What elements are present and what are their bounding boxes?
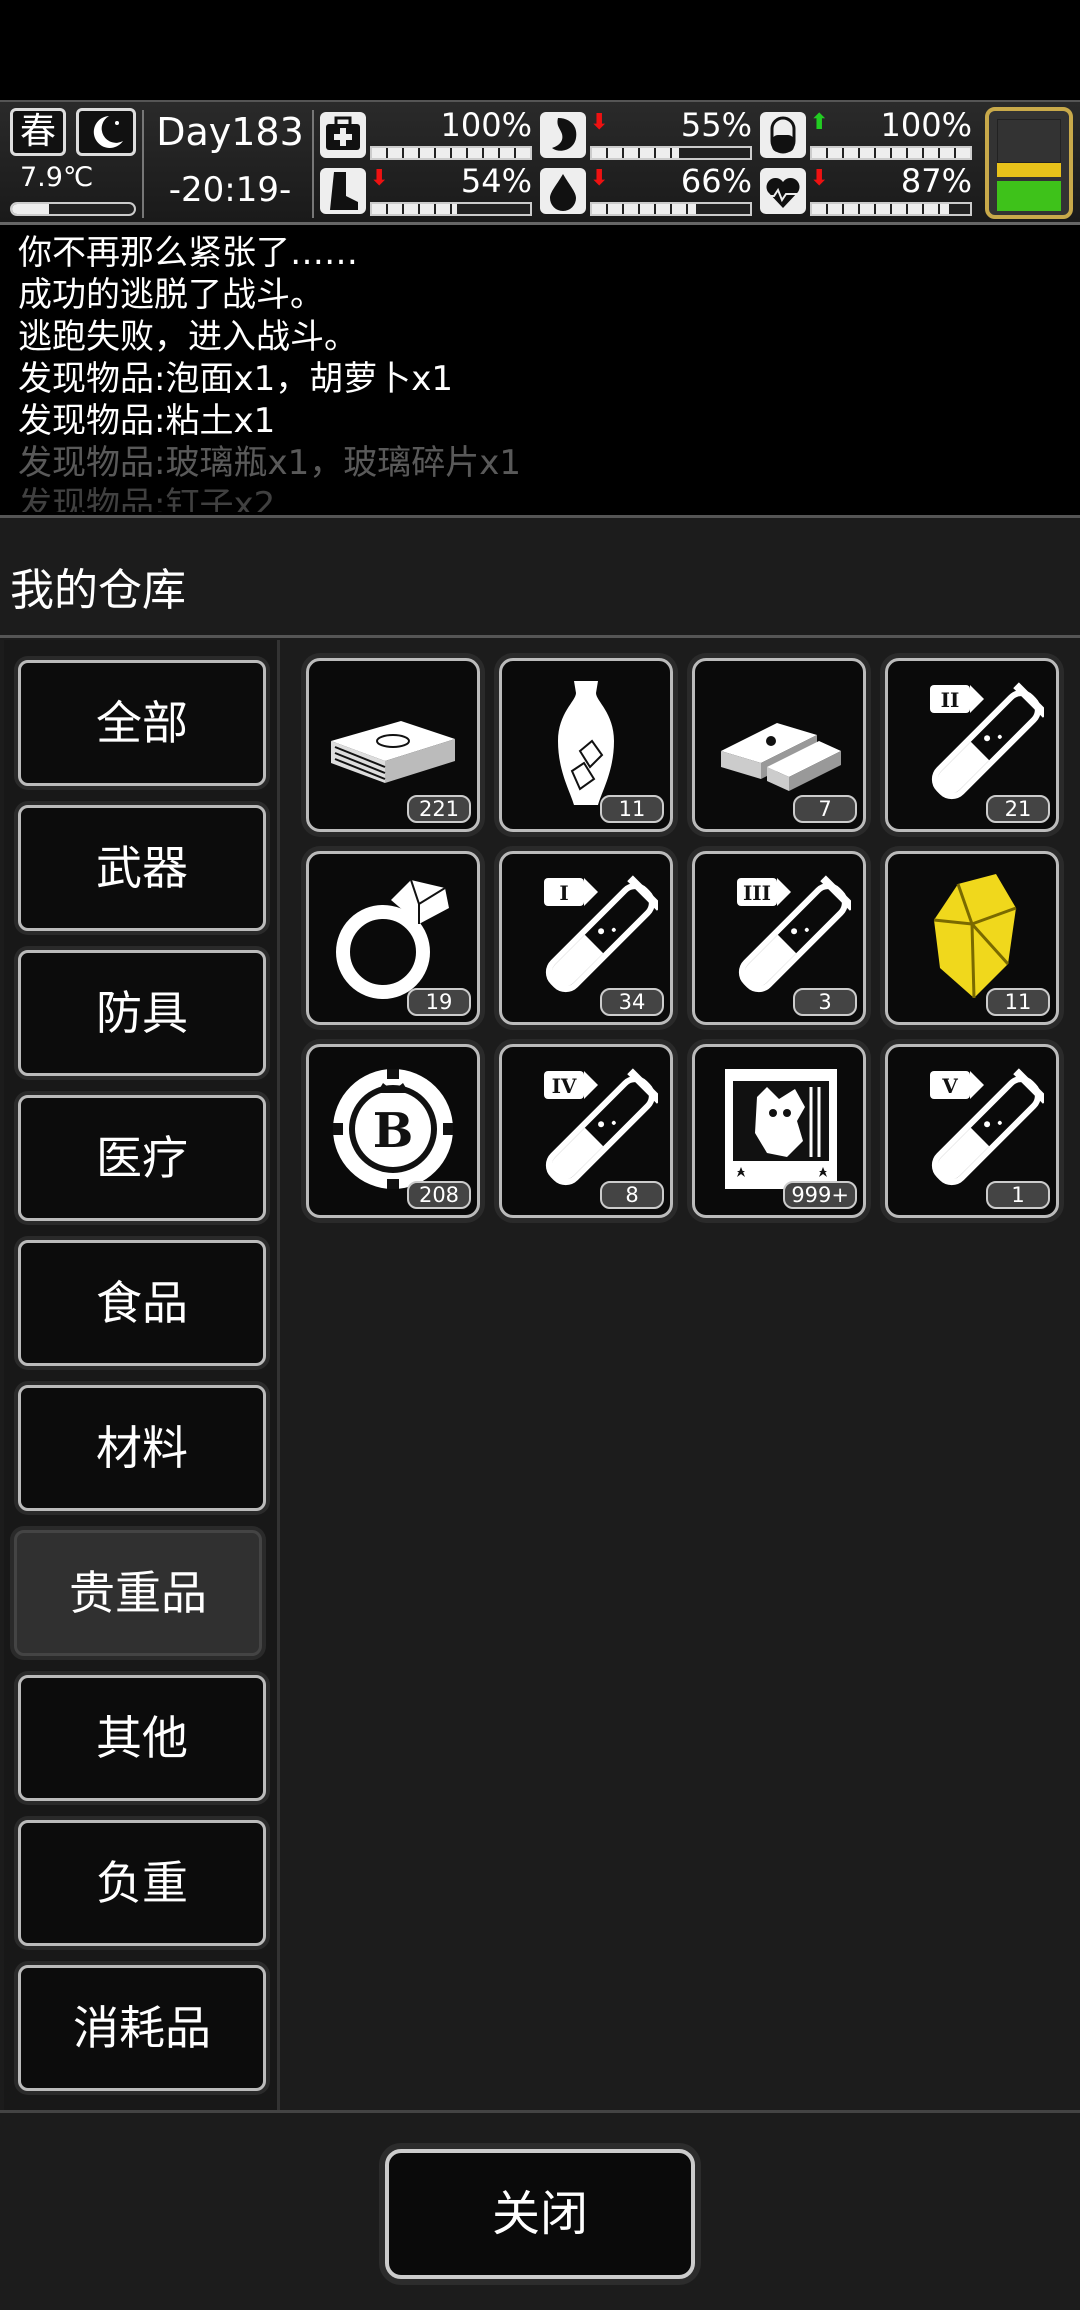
inventory-slot[interactable]: 19 (306, 851, 480, 1025)
category-tab-8[interactable]: 负重 (18, 1820, 266, 1946)
category-tab-2[interactable]: 防具 (18, 950, 266, 1076)
foot-icon (320, 168, 366, 214)
item-count-badge: 8 (600, 1181, 664, 1209)
log-line: 逃跑失败，进入战斗。 (18, 317, 358, 357)
trend-arrow-down: ⬇ (590, 110, 609, 135)
stat-spirit: ⬇ 87% (760, 162, 972, 216)
log-line: 成功的逃脱了战斗。 (18, 275, 324, 315)
item-count-badge: 208 (407, 1181, 471, 1209)
category-tab-6[interactable]: 贵重品 (14, 1530, 262, 1656)
stat-value: 100% (440, 106, 532, 144)
category-tab-9[interactable]: 消耗品 (18, 1965, 266, 2091)
stat-mood: ⬆ 100% (760, 106, 972, 160)
inventory-slot[interactable]: IV 8 (499, 1044, 673, 1218)
panel-footer: 关闭 (0, 2110, 1080, 2310)
category-tab-7[interactable]: 其他 (18, 1675, 266, 1801)
log-line: 发现物品:泡面x1，胡萝卜x1 (18, 359, 453, 399)
log-line: 发现物品:粘土x1 (18, 401, 276, 441)
pill-icon (760, 112, 806, 158)
svg-text:V: V (941, 1074, 958, 1098)
item-count-badge: 7 (793, 795, 857, 823)
svg-text:III: III (743, 881, 771, 905)
item-grid: 221 11 7 II 21 19 I 34 III 3 11 B 208 IV 8 999+ V 1 (296, 658, 1066, 2058)
inventory-slot[interactable]: 999+ (692, 1044, 866, 1218)
inventory-slot[interactable]: III 3 (692, 851, 866, 1025)
stomach-icon (540, 112, 586, 158)
item-count-badge: 1 (986, 1181, 1050, 1209)
item-count-badge: 34 (600, 988, 664, 1016)
stat-value: 100% (880, 106, 972, 144)
stat-value: 87% (900, 162, 972, 200)
clock: -20:19- (168, 170, 292, 210)
trend-arrow-down: ⬇ (370, 166, 389, 191)
svg-text:IV: IV (552, 1074, 577, 1098)
category-sidebar[interactable]: 全部武器防具医疗食品材料贵重品其他负重消耗品 (4, 640, 280, 2110)
temperature: 7.9℃ (20, 162, 94, 193)
item-count-badge: 221 (407, 795, 471, 823)
category-tab-1[interactable]: 武器 (18, 805, 266, 931)
stat-value: 66% (680, 162, 752, 200)
stat-health: 100% (320, 106, 532, 160)
item-count-badge: 19 (407, 988, 471, 1016)
heart-icon (760, 168, 806, 214)
trend-arrow-down: ⬇ (810, 166, 829, 191)
season-indicator: 春 (10, 108, 66, 156)
first-aid-icon (320, 112, 366, 158)
category-tab-3[interactable]: 医疗 (18, 1095, 266, 1221)
trend-arrow-up: ⬆ (810, 110, 829, 135)
svg-text:II: II (941, 688, 960, 712)
inventory-slot[interactable]: 221 (306, 658, 480, 832)
inventory-slot[interactable]: B 208 (306, 1044, 480, 1218)
moon-icon (76, 108, 136, 156)
stat-thirst: ⬇ 66% (540, 162, 752, 216)
day-counter: Day183 (156, 110, 304, 154)
message-log[interactable]: 你不再那么紧张了…… 成功的逃脱了战斗。 逃跑失败，进入战斗。 发现物品:泡面x1，胡… (0, 232, 1080, 512)
svg-text:B: B (373, 1103, 414, 1159)
water-drop-icon (540, 168, 586, 214)
stat-value: 55% (680, 106, 752, 144)
category-tab-4[interactable]: 食品 (18, 1240, 266, 1366)
svg-text:I: I (559, 881, 568, 905)
inventory-slot[interactable]: V1 (885, 1044, 1059, 1218)
storage-panel: 我的仓库 全部 武器 防具 医疗 食品 材料 贵重品 其他 负重 消耗品 221 11 7 II 21 19… (0, 515, 1080, 2310)
item-count-badge: 3 (793, 988, 857, 1016)
status-bar: 春 7.9℃ Day183 -20:19- 100% ⬇ 55% ⬆ 100% (0, 100, 1080, 225)
trend-arrow-down: ⬇ (590, 166, 609, 191)
stat-hunger: ⬇ 55% (540, 106, 752, 160)
item-count-badge: 999+ (783, 1181, 857, 1209)
log-line: 发现物品:钉子x2 (18, 485, 276, 512)
log-line: 发现物品:玻璃瓶x1，玻璃碎片x1 (18, 443, 521, 483)
log-line: 你不再那么紧张了…… (18, 233, 358, 273)
inventory-slot[interactable]: 7 (692, 658, 866, 832)
panel-title: 我的仓库 (10, 565, 186, 616)
stat-stamina: ⬇ 54% (320, 162, 532, 216)
category-tab-0[interactable]: 全部 (18, 660, 266, 786)
inventory-slot[interactable]: 11 (885, 851, 1059, 1025)
close-button[interactable]: 关闭 (385, 2149, 695, 2279)
stat-value: 54% (460, 162, 532, 200)
temperature-bar (10, 202, 136, 216)
battery-gauge-icon[interactable] (985, 107, 1073, 219)
inventory-slot[interactable]: II 21 (885, 658, 1059, 832)
inventory-slot[interactable]: 11 (499, 658, 673, 832)
inventory-slot[interactable]: I 34 (499, 851, 673, 1025)
category-tab-5[interactable]: 材料 (18, 1385, 266, 1511)
item-count-badge: 21 (986, 795, 1050, 823)
item-count-badge: 11 (986, 988, 1050, 1016)
item-count-badge: 11 (600, 795, 664, 823)
